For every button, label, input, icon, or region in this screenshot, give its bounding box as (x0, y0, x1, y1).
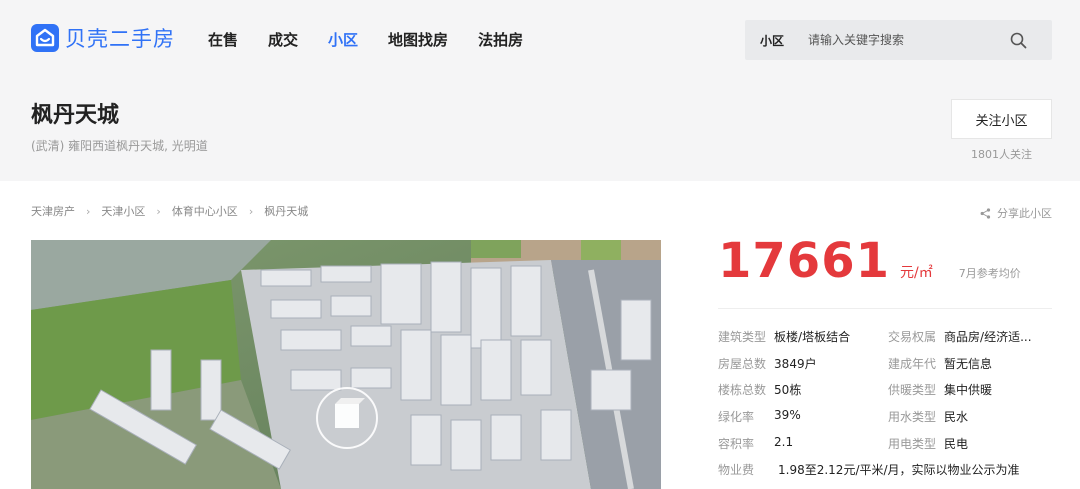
info-row: 房屋总数 3849户 建成年代 暂无信息 (718, 355, 1058, 382)
info-key: 建成年代 (888, 356, 937, 371)
info-key: 楼栋总数 (718, 383, 767, 398)
share-button[interactable]: 分享此小区 (980, 205, 1052, 221)
search-bar: 小区 (745, 20, 1052, 60)
page-title: 枫丹天城 (31, 103, 120, 128)
info-value: 民水 (944, 410, 969, 425)
info-row: 楼栋总数 50栋 供暖类型 集中供暖 (718, 381, 1058, 408)
chevron-right-icon: › (86, 204, 91, 218)
breadcrumb-item[interactable]: 枫丹天城 (264, 203, 308, 219)
info-key: 绿化率 (718, 410, 755, 425)
info-value: 2.1 (774, 434, 794, 449)
info-key: 交易权属 (888, 330, 937, 344)
breadcrumb: 天津房产 › 天津小区 › 体育中心小区 › 枫丹天城 (31, 203, 308, 219)
price-unit: 元/㎡ (900, 265, 933, 281)
search-scope[interactable]: 小区 (760, 32, 784, 49)
info-row: 建筑类型 板楼/塔板结合 交易权属 商品房/经济适... (718, 328, 1058, 355)
info-key: 容积率 (718, 436, 755, 451)
info-key: 用电类型 (888, 436, 937, 451)
info-value: 暂无信息 (944, 356, 993, 371)
chevron-right-icon: › (156, 204, 161, 218)
nav-item-chengjiao[interactable]: 成交 (268, 29, 298, 50)
brand-name: 贝壳二手房 (65, 27, 175, 51)
price-block: 17661 元/㎡ 7月参考均价 (718, 233, 1021, 289)
search-icon[interactable] (1010, 32, 1027, 53)
nav-item-xiaoqu[interactable]: 小区 (328, 29, 358, 50)
divider (718, 308, 1052, 309)
breadcrumb-item[interactable]: 天津小区 (101, 203, 145, 219)
breadcrumb-item[interactable]: 天津房产 (31, 203, 75, 219)
info-key: 房屋总数 (718, 356, 767, 371)
chevron-right-icon: › (248, 204, 254, 218)
search-input[interactable] (808, 30, 998, 50)
info-key: 建筑类型 (718, 330, 767, 344)
nav-item-map[interactable]: 地图找房 (388, 29, 448, 50)
breadcrumb-item[interactable]: 体育中心小区 (172, 203, 238, 219)
info-row: 容积率 2.1 用电类型 民电 (718, 435, 1058, 462)
house-logo-icon (31, 24, 59, 52)
community-info-table: 建筑类型 板楼/塔板结合 交易权属 商品房/经济适... 房屋总数 3849户 … (718, 328, 1058, 488)
share-icon (980, 207, 991, 219)
brand-logo[interactable]: 贝壳二手房 (31, 23, 175, 53)
info-value: 集中供暖 (944, 383, 993, 398)
price-note: 7月参考均价 (958, 267, 1021, 280)
info-value: 39% (774, 408, 801, 423)
info-value: 商品房/经济适... (944, 330, 1032, 344)
info-value: 民电 (944, 436, 969, 451)
follow-community-button[interactable]: 关注小区 (951, 99, 1052, 139)
price-value: 17661 (718, 233, 890, 289)
community-aerial-photo[interactable] (31, 240, 661, 489)
info-key: 物业费 (718, 463, 755, 478)
community-address: (武清) 雍阳西道枫丹天城, 光明道 (31, 139, 208, 153)
info-key: 供暖类型 (888, 383, 937, 398)
follow-count: 1801人关注 (971, 148, 1032, 161)
info-value: 板楼/塔板结合 (774, 330, 851, 344)
info-value: 3849户 (774, 356, 817, 371)
info-value: 50栋 (774, 383, 802, 398)
nav-item-auction[interactable]: 法拍房 (478, 29, 523, 50)
info-key: 用水类型 (888, 410, 937, 425)
main-nav: 在售 成交 小区 地图找房 法拍房 (208, 29, 553, 50)
info-row-property-fee: 物业费 1.98至2.12元/平米/月，实际以物业公示为准 (718, 461, 1058, 488)
info-row: 绿化率 39% 用水类型 民水 (718, 408, 1058, 435)
share-label: 分享此小区 (997, 207, 1052, 220)
header-area: 贝壳二手房 在售 成交 小区 地图找房 法拍房 小区 枫丹天城 (武清) 雍阳西… (0, 0, 1080, 181)
nav-item-zaishou[interactable]: 在售 (208, 29, 238, 50)
info-value: 1.98至2.12元/平米/月，实际以物业公示为准 (778, 463, 1020, 478)
